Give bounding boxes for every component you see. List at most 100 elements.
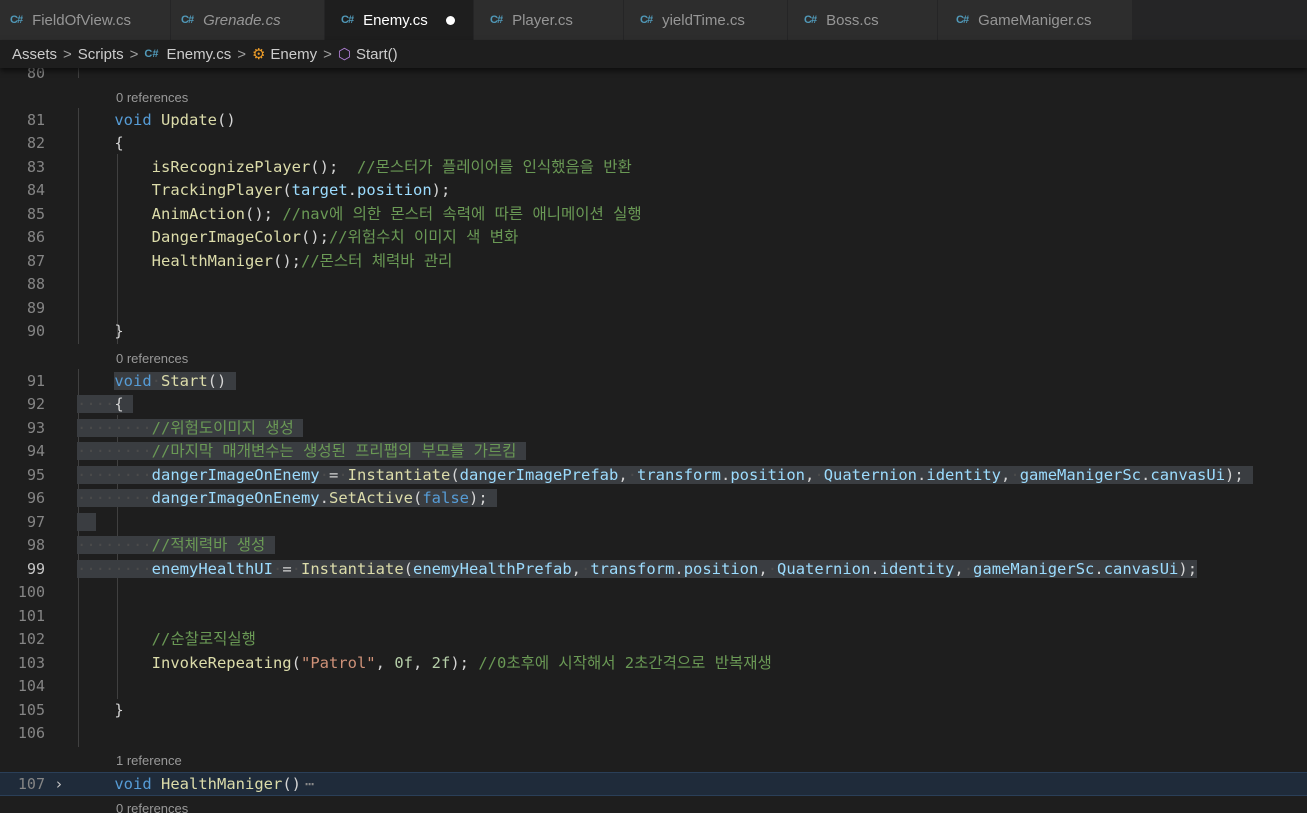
breadcrumb: Assets > Scripts > C# Enemy.cs > ⚙ Enemy… (0, 40, 1307, 68)
line-number: 90 (26, 322, 45, 340)
line-number: 105 (17, 700, 45, 719)
code-text[interactable]: ········dangerImageOnEnemy.SetActive(fal… (77, 487, 498, 511)
breadcrumb-separator: > (323, 45, 332, 63)
code-line: 84 TrackingPlayer(target.position); (0, 179, 1307, 203)
code-text[interactable]: ········enemyHealthUI·=·Instantiate(enem… (77, 558, 1198, 582)
codelens-row: 0 references (0, 347, 1307, 371)
unsaved-dot-icon[interactable] (445, 15, 455, 25)
codelens-row: 1 reference (0, 749, 1307, 773)
code-text[interactable]: DangerImageColor();//위험수치 이미지 색 변화 (77, 226, 519, 250)
code-text[interactable]: { (77, 132, 123, 156)
code-text[interactable]: void HealthManiger() ⋯ (77, 773, 314, 797)
tab-grenade[interactable]: C# Grenade.cs (171, 0, 325, 40)
code-text[interactable]: isRecognizePlayer(); //몬스터가 플레이어를 인식했음을 … (77, 156, 632, 180)
code-line: 88 (0, 273, 1307, 297)
tab-bar: C# FieldOfView.cs C# Grenade.cs C# Enemy… (0, 0, 1307, 40)
code-line: 101 (0, 605, 1307, 629)
codelens-references[interactable]: 0 references (116, 797, 188, 813)
codelens-references[interactable]: 0 references (116, 86, 188, 110)
code-line: 106 (0, 722, 1307, 746)
code-comment: //위험수치 이미지 색 변화 (328, 228, 519, 246)
tab-label: Boss.cs (826, 11, 879, 29)
line-number: 92 (26, 395, 45, 413)
tab-enemy[interactable]: C# Enemy.cs (325, 0, 474, 40)
code-text[interactable]: ········//위험도이미지 생성 (77, 417, 304, 441)
fold-chevron-right-icon[interactable]: › (56, 773, 62, 797)
code-line: 81 void Update() (0, 109, 1307, 133)
code-text[interactable]: ····{ (77, 393, 134, 417)
code-text[interactable]: HealthManiger();//몬스터 체력바 관리 (77, 250, 453, 274)
tab-fieldofview[interactable]: C# FieldOfView.cs (0, 0, 171, 40)
breadcrumb-separator: > (129, 45, 139, 63)
csharp-icon: C# (804, 14, 817, 26)
method-cube-icon: ⬡ (337, 46, 351, 63)
code-line: 99 ········enemyHealthUI·=·Instantiate(e… (0, 558, 1307, 582)
line-number: 97 (26, 512, 45, 531)
line-number: 82 (26, 134, 45, 152)
code-text[interactable]: ········dangerImageOnEnemy·=·Instantiate… (77, 464, 1254, 488)
csharp-icon: C# (181, 14, 194, 26)
code-line: 105 } (0, 699, 1307, 723)
line-number: 98 (26, 536, 45, 554)
code-line: 86 DangerImageColor();//위험수치 이미지 색 변화 (0, 226, 1307, 250)
csharp-icon: C# (490, 14, 503, 26)
line-number: 83 (26, 157, 45, 176)
line-number: 100 (17, 583, 45, 601)
line-number: 85 (26, 204, 45, 223)
tab-label: yieldTime.cs (662, 11, 745, 29)
breadcrumb-class[interactable]: Enemy (270, 46, 317, 63)
breadcrumb-scripts[interactable]: Scripts (78, 46, 124, 63)
code-text[interactable]: } (77, 699, 123, 723)
code-line: 93 ········//위험도이미지 생성 (0, 417, 1307, 441)
tab-player[interactable]: C# Player.cs (474, 0, 624, 40)
line-number: 106 (17, 724, 45, 742)
line-number: 91 (26, 371, 45, 390)
code-text[interactable]: void Update() (77, 109, 235, 133)
line-number: 84 (26, 181, 45, 199)
tab-bar-empty-area (1133, 0, 1307, 40)
line-number: 88 (26, 275, 45, 293)
code-text[interactable]: TrackingPlayer(target.position); (77, 179, 451, 203)
csharp-icon: C# (956, 14, 969, 26)
code-comment: //몬스터 체력바 관리 (300, 251, 453, 270)
line-number: 95 (26, 465, 45, 484)
line-number: 99 (26, 559, 45, 578)
tab-boss[interactable]: C# Boss.cs (788, 0, 938, 40)
tab-yieldtime[interactable]: C# yieldTime.cs (624, 0, 788, 40)
code-text[interactable]: //순찰로직실행 (77, 628, 256, 652)
code-text[interactable]: void·Start() (77, 370, 236, 394)
breadcrumb-method[interactable]: Start() (356, 46, 398, 63)
code-line: 83 isRecognizePlayer(); //몬스터가 플레이어를 인식했… (0, 156, 1307, 180)
tab-label: Grenade.cs (203, 11, 281, 29)
tab-gamemaniger[interactable]: C# GameManiger.cs (938, 0, 1133, 40)
codelens-references[interactable]: 1 reference (116, 749, 182, 773)
line-number: 103 (17, 653, 45, 672)
code-line: 89 (0, 297, 1307, 321)
code-line: 97 (0, 511, 1307, 535)
code-text[interactable]: ········//적체력바 생성 (77, 534, 275, 558)
code-text[interactable]: ········//마지막 매개변수는 생성된 프리팹의 부모를 가르킴 (77, 440, 526, 464)
code-editor[interactable]: 80 0 references 81 void Update() 82 { 83… (0, 62, 1307, 813)
line-number: 104 (17, 677, 45, 695)
code-line: 95 ········dangerImageOnEnemy·=·Instanti… (0, 464, 1307, 488)
code-line: 90 } (0, 320, 1307, 344)
code-comment: //순찰로직실행 (151, 630, 256, 648)
class-icon: ⚙ (251, 46, 266, 63)
code-text[interactable] (77, 511, 96, 535)
breadcrumb-file[interactable]: Enemy.cs (166, 46, 231, 63)
codelens-references[interactable]: 0 references (116, 347, 188, 371)
code-text[interactable]: InvokeRepeating("Patrol", 0f, 2f); //0초후… (77, 652, 772, 676)
code-comment: //적체력바 생성 (151, 536, 266, 554)
breadcrumb-assets[interactable]: Assets (12, 46, 57, 63)
codelens-row: 0 references (0, 86, 1307, 110)
tab-label: GameManiger.cs (978, 11, 1092, 29)
breadcrumb-separator: > (237, 45, 246, 63)
code-line: 96 ········dangerImageOnEnemy.SetActive(… (0, 487, 1307, 511)
breadcrumb-separator: > (63, 45, 72, 63)
code-line: 91 void·Start() (0, 370, 1307, 394)
code-text[interactable]: } (77, 320, 123, 344)
codelens-row: 0 references (0, 797, 1307, 813)
tab-label: FieldOfView.cs (32, 11, 131, 29)
code-text[interactable]: AnimAction(); //nav에 의한 몬스터 속력에 따른 애니메이션… (77, 203, 642, 227)
line-number: 101 (17, 606, 45, 625)
